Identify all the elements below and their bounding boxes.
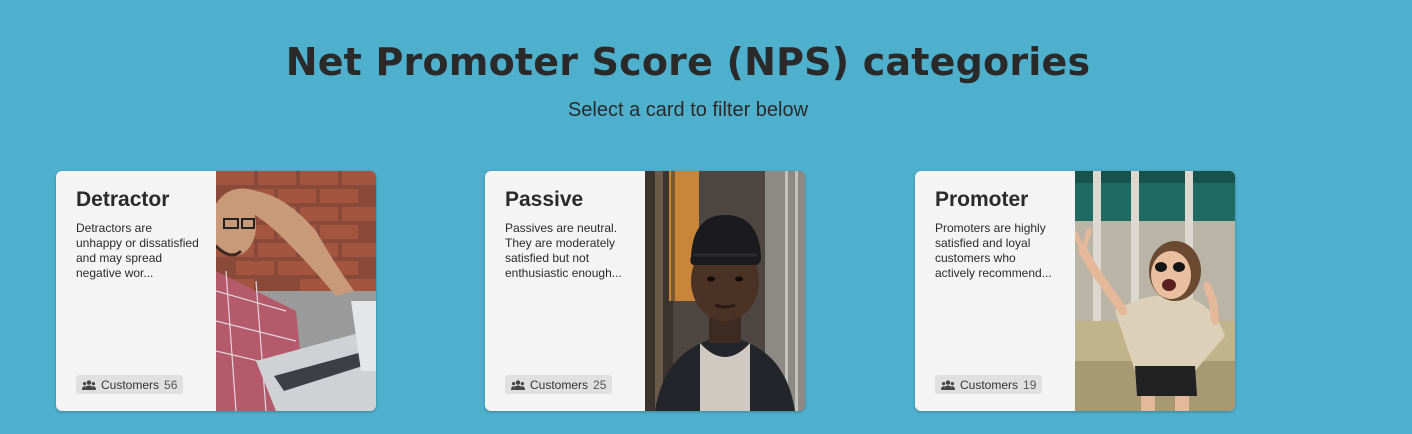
customers-badge: Customers 19 [935,375,1043,394]
card-promoter[interactable]: Promoter Promoters are highly satisfied … [915,171,1235,411]
badge-label: Customers [530,377,589,392]
card-title: Detractor [76,188,170,211]
customers-badge: Customers 25 [505,375,613,394]
detractor-photo [216,171,376,411]
badge-label: Customers [960,377,1019,392]
badge-count: 56 [164,377,178,392]
badge-count: 19 [1023,377,1037,392]
card-info: Detractor Detractors are unhappy or diss… [76,171,202,411]
customers-badge: Customers 56 [76,375,184,394]
badge-label: Customers [101,377,160,392]
badge-count: 25 [593,377,607,392]
people-icon [511,379,525,390]
people-icon [82,379,96,390]
card-info: Passive Passives are neutral. They are m… [505,171,631,411]
people-icon [941,379,955,390]
card-title: Passive [505,188,584,211]
card-title: Promoter [935,188,1029,211]
card-description: Detractors are unhappy or dissatisfied a… [76,221,199,280]
promoter-photo [1075,171,1235,411]
card-passive[interactable]: Passive Passives are neutral. They are m… [485,171,805,411]
card-detractor[interactable]: Detractor Detractors are unhappy or diss… [56,171,376,411]
card-description: Promoters are highly satisfied and loyal… [935,221,1052,280]
page-subtitle: Select a card to filter below [567,99,809,121]
card-info: Promoter Promoters are highly satisfied … [935,171,1061,411]
page-title: Net Promoter Score (NPS) categories [285,40,1091,84]
card-description: Passives are neutral. They are moderatel… [505,221,622,280]
passive-photo [645,171,805,411]
